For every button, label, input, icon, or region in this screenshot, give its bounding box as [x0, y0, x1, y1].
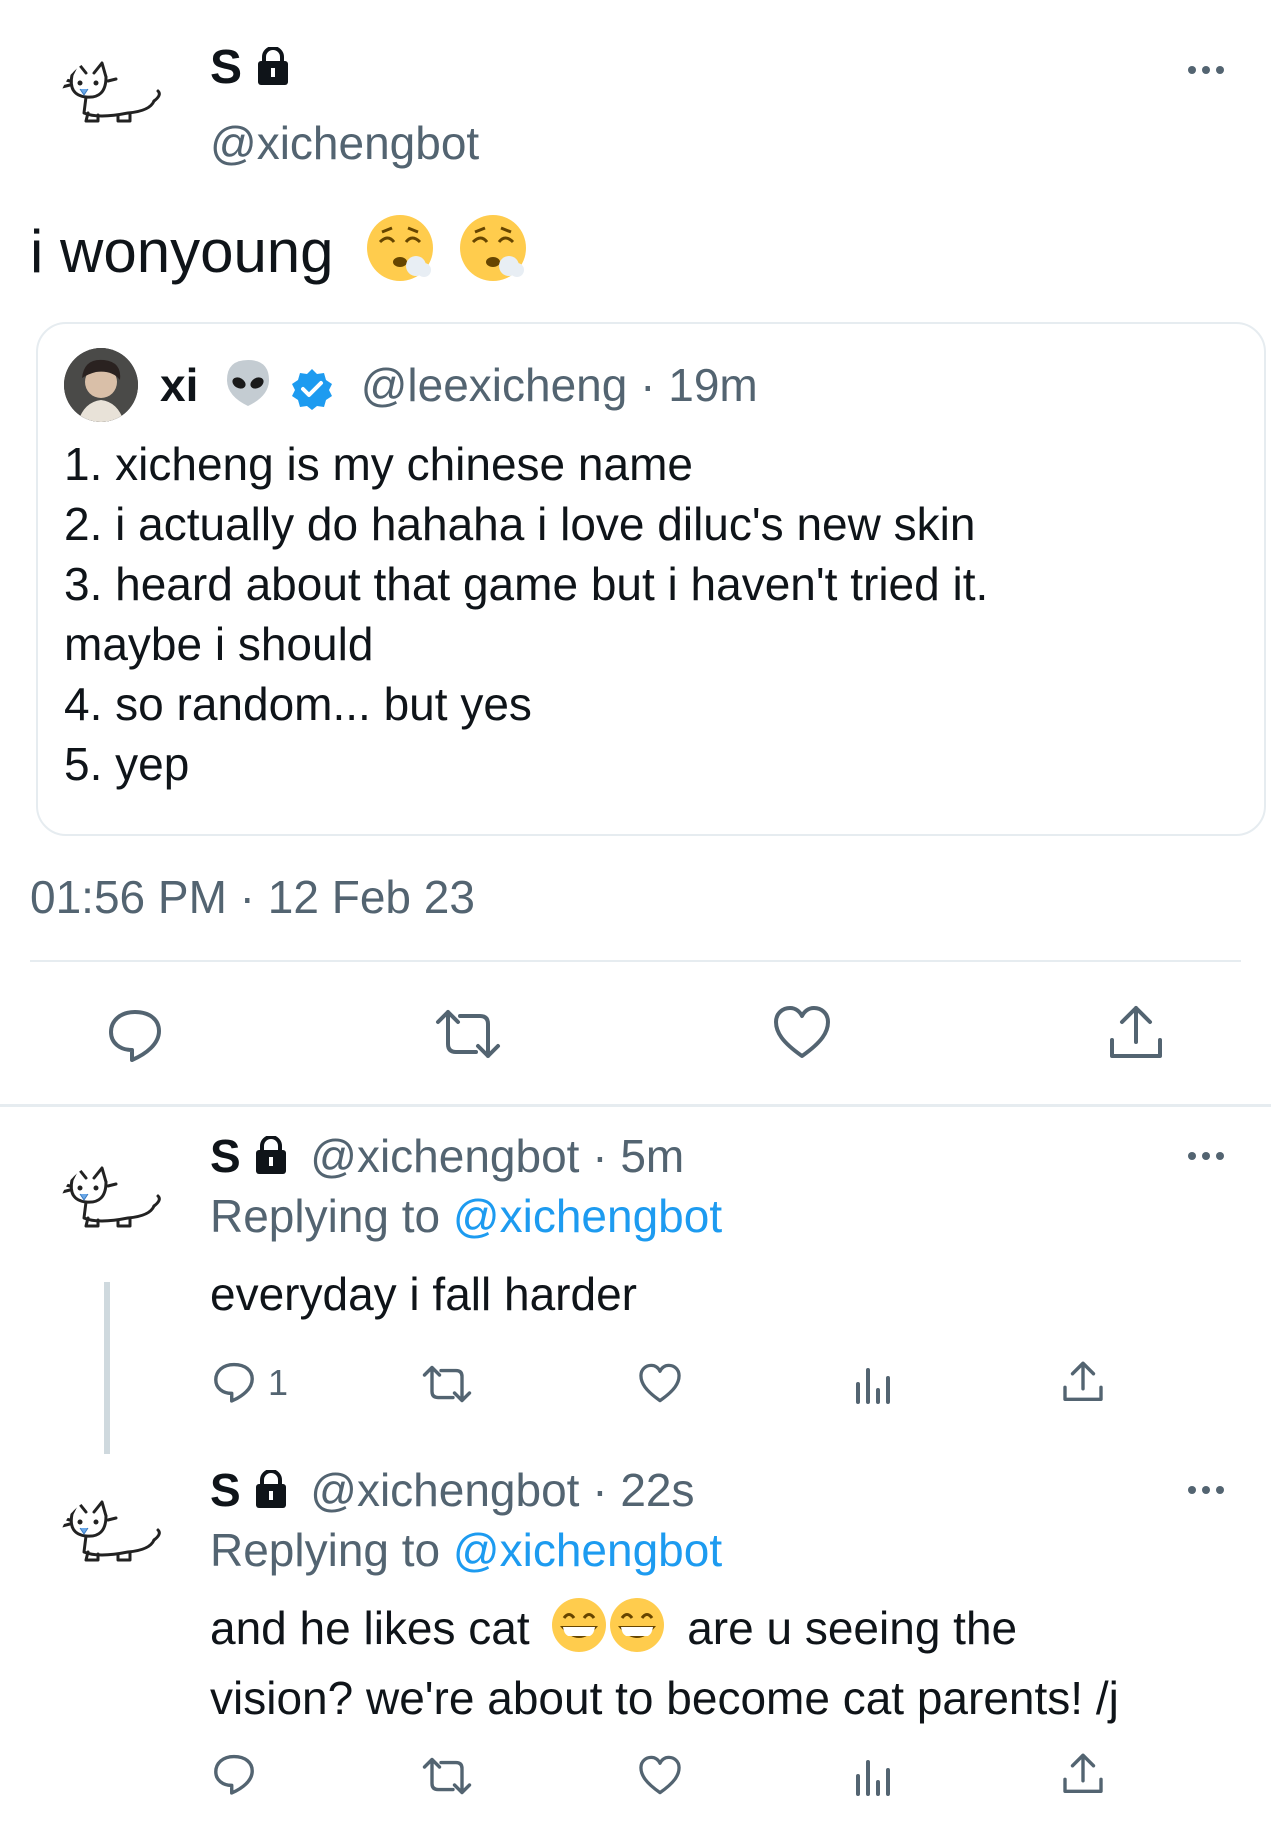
grinning-face-emoji — [608, 1596, 666, 1668]
display-name-text: S — [210, 41, 243, 94]
sleepy-face-emoji — [457, 212, 529, 300]
handle[interactable]: @xichengbot — [310, 1130, 579, 1182]
reply-text-part: are u seeing the — [687, 1602, 1018, 1655]
lock-icon — [253, 1470, 289, 1510]
quoted-time: · 19m — [640, 359, 758, 412]
replying-to: Replying to @xichengbot — [210, 1522, 722, 1578]
share-icon[interactable] — [1108, 1004, 1164, 1062]
lock-icon — [253, 1136, 289, 1176]
retweet-icon[interactable] — [420, 1364, 474, 1404]
thread-line — [104, 1282, 110, 1454]
avatar[interactable] — [58, 55, 168, 165]
lock-icon — [255, 47, 291, 87]
display-name[interactable]: S — [210, 1130, 241, 1182]
quoted-line: maybe i should — [64, 618, 374, 670]
reply-text-line: and he likes cat are u seeing the — [210, 1596, 1119, 1668]
reply-count: 1 — [268, 1362, 289, 1403]
reply-text: everyday i fall harder — [210, 1268, 637, 1320]
share-icon[interactable] — [1062, 1360, 1104, 1404]
share-icon[interactable] — [1062, 1752, 1104, 1796]
quoted-header: xi @leexicheng · 19m — [160, 356, 758, 422]
avatar[interactable] — [58, 1494, 168, 1604]
cat-avatar-icon — [60, 61, 161, 123]
tweet-timestamp[interactable]: 01:56 PM · 12 Feb 23 — [30, 870, 475, 924]
section-divider — [0, 1104, 1271, 1107]
reply-header: S @xichengbot · 5m — [210, 1128, 684, 1184]
display-name[interactable]: S — [210, 40, 291, 96]
quoted-tweet[interactable]: xi @leexicheng · 19m 1. xicheng is my ch… — [36, 322, 1266, 836]
quoted-display-name[interactable]: xi — [160, 359, 198, 411]
reply-header: S @xichengbot · 22s — [210, 1462, 695, 1518]
analytics-icon[interactable] — [854, 1756, 894, 1796]
handle[interactable]: @xichengbot — [210, 116, 479, 170]
quoted-line: 2. i actually do hahaha i love diluc's n… — [64, 498, 976, 550]
quoted-handle[interactable]: @leexicheng — [361, 359, 628, 411]
reply-text: and he likes cat are u seeing the vision… — [210, 1596, 1119, 1728]
retweet-icon[interactable] — [432, 1008, 504, 1060]
retweet-icon[interactable] — [420, 1756, 474, 1796]
reply-icon[interactable] — [106, 1006, 164, 1064]
alien-emoji — [221, 356, 275, 422]
more-options-icon[interactable] — [1186, 1480, 1226, 1505]
reply-time: · 22s — [592, 1464, 695, 1516]
avatar[interactable] — [58, 1160, 168, 1270]
person-avatar-icon — [64, 348, 138, 422]
cat-avatar-icon — [60, 1500, 161, 1562]
handle[interactable]: @xichengbot — [310, 1464, 579, 1516]
like-icon[interactable] — [772, 1004, 832, 1060]
cat-avatar-icon — [60, 1166, 161, 1228]
like-icon[interactable] — [638, 1754, 682, 1796]
quoted-line: 3. heard about that game but i haven't t… — [64, 558, 989, 610]
like-icon[interactable] — [638, 1362, 682, 1404]
quoted-line: 1. xicheng is my chinese name — [64, 438, 693, 490]
more-options-icon[interactable] — [1186, 60, 1226, 80]
grinning-face-emoji — [550, 1596, 608, 1668]
quoted-line: 4. so random... but yes — [64, 678, 532, 730]
quoted-avatar[interactable] — [64, 348, 138, 422]
reply-time: · 5m — [592, 1130, 685, 1182]
tweet-text-content: i wonyoung — [30, 217, 334, 285]
reply-icon[interactable] — [212, 1360, 256, 1404]
analytics-icon[interactable] — [854, 1364, 894, 1404]
tweet-text: i wonyoung — [30, 212, 529, 300]
verified-badge-icon — [290, 367, 334, 411]
sleepy-face-emoji — [364, 212, 436, 300]
quoted-line: 5. yep — [64, 738, 190, 790]
replying-to: Replying to @xichengbot — [210, 1188, 722, 1244]
divider — [30, 960, 1241, 962]
more-options-icon[interactable] — [1186, 1146, 1226, 1171]
reply-text-part: and he likes cat — [210, 1602, 530, 1655]
replying-to-label: Replying to — [210, 1190, 441, 1242]
replying-to-handle[interactable]: @xichengbot — [453, 1190, 722, 1242]
replying-to-label: Replying to — [210, 1524, 441, 1576]
replying-to-handle[interactable]: @xichengbot — [453, 1524, 722, 1576]
display-name[interactable]: S — [210, 1464, 241, 1516]
reply-icon[interactable] — [212, 1752, 256, 1796]
reply-text-line: vision? we're about to become cat parent… — [210, 1672, 1119, 1724]
quoted-text: 1. xicheng is my chinese name 2. i actua… — [64, 434, 988, 794]
